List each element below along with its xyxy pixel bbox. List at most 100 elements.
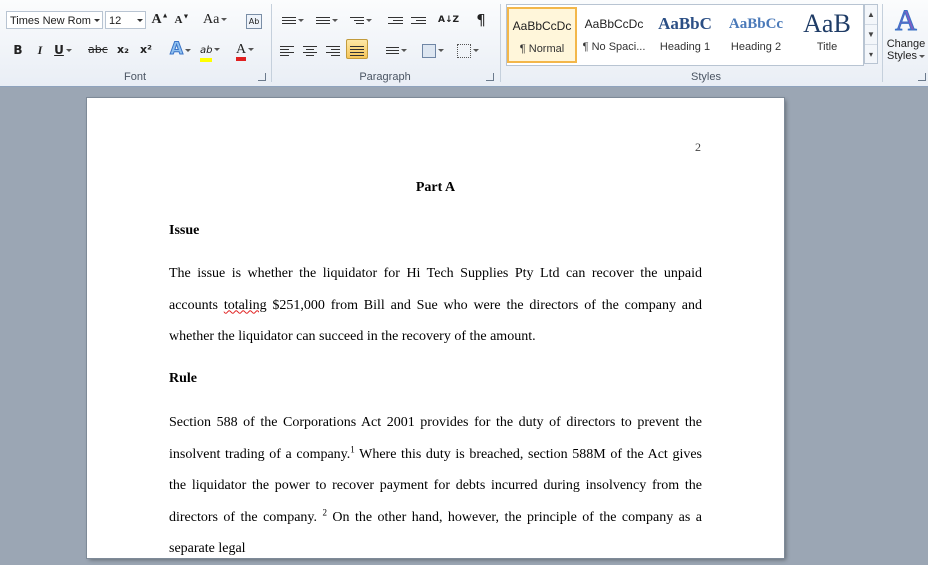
bold-button[interactable]: B <box>9 40 27 60</box>
more-styles-icon[interactable]: ▾ <box>865 45 877 64</box>
shrink-font-button[interactable]: A▼ <box>173 10 191 30</box>
change-styles-button[interactable]: A Change Styles <box>884 4 928 68</box>
chevron-down-icon <box>221 18 228 22</box>
underline-icon: U <box>54 43 64 57</box>
center-button[interactable] <box>301 40 319 60</box>
chevron-down-icon <box>298 19 304 22</box>
numbering-button[interactable] <box>312 10 342 30</box>
rule-paragraph: Section 588 of the Corporations Act 2001… <box>169 407 702 565</box>
rule-heading: Rule <box>169 371 197 386</box>
style-sample: AaBbC <box>658 14 712 33</box>
text-effects-button[interactable]: A <box>169 39 192 60</box>
increase-indent-icon <box>410 15 426 26</box>
style-name: Heading 2 <box>730 41 782 53</box>
align-left-button[interactable] <box>278 40 296 60</box>
sort-button[interactable]: A↓Z <box>438 10 459 30</box>
paragraph-dialog-launcher[interactable] <box>486 73 494 81</box>
align-right-icon <box>326 44 340 58</box>
borders-button[interactable] <box>454 40 482 60</box>
style-name: Title <box>816 41 838 53</box>
styles-gallery: AaBbCcDc ¶ Normal AaBbCcDc ¶ No Spaci...… <box>506 4 864 66</box>
font-dialog-launcher[interactable] <box>258 73 266 81</box>
font-group-label: Font <box>123 71 146 83</box>
shrink-font-icon: A <box>174 14 183 26</box>
highlight-button[interactable]: ab <box>200 39 221 62</box>
chevron-down-icon <box>332 19 338 22</box>
style-heading-1[interactable]: AaBbC Heading 1 <box>650 7 720 63</box>
document-area: 2 Part A Issue The issue is whether the … <box>0 87 928 558</box>
bullets-button[interactable] <box>278 10 308 30</box>
sort-icon: A↓Z <box>438 15 460 25</box>
justify-button[interactable] <box>346 39 368 59</box>
paragraph-group: A↓Z ¶ Paragraph <box>272 0 498 86</box>
shading-button[interactable] <box>420 40 446 60</box>
line-spacing-button[interactable] <box>382 40 410 60</box>
style-no-spacing[interactable]: AaBbCcDc ¶ No Spaci... <box>579 7 649 63</box>
style-sample: AaB <box>803 9 851 38</box>
font-size-value: 12 <box>109 15 122 27</box>
font-name-combo[interactable]: Times New Rom <box>6 11 103 29</box>
justify-icon <box>350 44 364 58</box>
decrease-indent-button[interactable] <box>386 10 404 30</box>
section-title: Part A <box>415 180 456 195</box>
style-sample: AaBbCcDc <box>584 17 644 31</box>
chevron-down-icon <box>438 49 444 52</box>
scroll-down-icon[interactable]: ▼ <box>865 25 877 45</box>
change-styles-label-1: Change <box>886 38 926 50</box>
chevron-down-icon <box>65 49 72 52</box>
styles-gallery-scroll[interactable]: ▲ ▼ ▾ <box>864 4 878 64</box>
font-name-value: Times New Rom <box>10 15 91 27</box>
increase-indent-button[interactable] <box>409 10 427 30</box>
change-styles-icon: A <box>895 4 918 38</box>
styles-dialog-launcher[interactable] <box>918 73 926 81</box>
change-case-icon: Aa <box>203 12 220 27</box>
underline-button[interactable]: U <box>54 40 72 60</box>
align-left-icon <box>280 44 294 58</box>
grow-font-button[interactable]: A▲ <box>151 10 169 30</box>
style-heading-2[interactable]: AaBbCc Heading 2 <box>721 7 791 63</box>
decrease-indent-icon <box>387 15 403 26</box>
font-size-combo[interactable]: 12 <box>105 11 146 29</box>
clear-formatting-button[interactable]: Ab <box>244 10 264 30</box>
clear-formatting-icon: Ab <box>246 14 262 29</box>
italic-button[interactable]: I <box>31 40 49 60</box>
style-name: ¶ No Spaci... <box>582 41 646 53</box>
bullets-icon <box>282 15 296 26</box>
show-formatting-marks-button[interactable]: ¶ <box>472 10 490 30</box>
font-color-icon: A <box>236 43 247 61</box>
issue-paragraph: The issue is whether the liquidator for … <box>169 258 702 353</box>
multilevel-list-button[interactable] <box>346 10 376 30</box>
misspelled-word[interactable]: totaling <box>224 298 267 313</box>
chevron-down-icon <box>248 48 255 51</box>
style-name: Heading 1 <box>659 41 711 53</box>
borders-icon <box>457 43 471 58</box>
subscript-button[interactable]: x₂ <box>114 40 132 60</box>
style-name: ¶ Normal <box>519 43 565 55</box>
chevron-down-icon <box>137 19 143 22</box>
text-effects-icon: A <box>169 39 184 60</box>
issue-heading: Issue <box>169 223 200 238</box>
strikethrough-button[interactable]: abc <box>88 40 108 60</box>
scroll-up-icon[interactable]: ▲ <box>865 5 877 25</box>
page-number: 2 <box>695 140 701 154</box>
styles-group-label: Styles <box>691 71 721 83</box>
document-page[interactable]: 2 Part A Issue The issue is whether the … <box>87 98 784 558</box>
paragraph-group-label: Paragraph <box>359 71 411 83</box>
multilevel-list-icon <box>350 15 364 26</box>
style-normal[interactable]: AaBbCcDc ¶ Normal <box>507 7 577 63</box>
style-title[interactable]: AaB Title <box>792 7 862 63</box>
align-right-button[interactable] <box>324 40 342 60</box>
change-case-button[interactable]: Aa <box>203 10 228 30</box>
chevron-down-icon <box>400 49 407 52</box>
font-group: Times New Rom 12 A▲ A▼ Aa Ab B I U abc x… <box>0 0 270 86</box>
chevron-down-icon <box>918 54 925 58</box>
numbering-icon <box>316 15 330 26</box>
chevron-down-icon <box>473 49 479 52</box>
font-color-button[interactable]: A <box>236 39 255 61</box>
superscript-button[interactable]: x² <box>137 40 155 60</box>
chevron-down-icon <box>185 49 192 52</box>
highlight-icon: ab <box>200 44 213 62</box>
shading-icon <box>422 43 436 58</box>
chevron-down-icon <box>366 19 372 22</box>
divider <box>500 4 501 82</box>
